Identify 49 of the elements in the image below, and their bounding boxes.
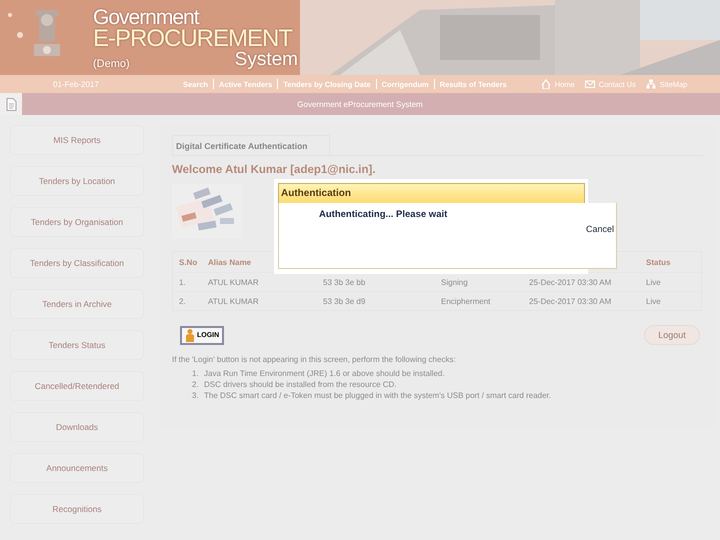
document-icon[interactable]	[6, 98, 16, 110]
date-label: 01-Feb-2017	[52, 80, 100, 88]
column-header: Status	[646, 258, 672, 266]
page-heading: Government eProcurement System	[296, 100, 424, 108]
column-header: Alias Name	[208, 258, 252, 266]
list-number: 1.	[192, 369, 200, 378]
dialog-title: Authentication	[278, 183, 585, 204]
table-cell-text: 1.	[178, 278, 187, 286]
list-number: 3.	[192, 391, 200, 400]
cancel-link[interactable]: Cancel	[586, 224, 614, 234]
sidebar-button[interactable]: Tenders by Location	[10, 166, 144, 196]
help-text: If the 'Login' button is not appearing in this screen, perform the following checks:	[172, 355, 457, 364]
sidebar-button[interactable]: MIS Reports	[10, 125, 144, 155]
home-icon	[540, 79, 551, 89]
title-text: E-PROCUREMENT	[93, 28, 292, 50]
sidebar-button[interactable]: Tenders by Classification	[10, 248, 144, 278]
title-text: Government	[93, 8, 200, 28]
table-cell-text: Live	[646, 296, 662, 306]
status-message: Authenticating... Please wait	[319, 209, 448, 220]
sidebar-button[interactable]: Downloads	[10, 412, 144, 442]
column-header: S.No	[178, 258, 198, 266]
table-cell-text: 25-Dec-2017 03:30 AM	[529, 296, 612, 306]
list-item-text: The DSC smart card / e-Token must be plugged in with the system's USB port / smart card reader.	[204, 391, 551, 400]
welcome-text: Welcome Atul Kumar [adep1@nic.in].	[172, 164, 377, 176]
title-text: System	[234, 50, 298, 70]
tab[interactable]: Digital Certificate Authentication	[172, 135, 330, 156]
logout-button[interactable]: Logout	[644, 325, 700, 345]
sitemap-icon	[646, 79, 656, 89]
person-icon	[185, 328, 195, 342]
table-cell-text: 2.	[178, 296, 187, 306]
mail-icon	[584, 79, 595, 89]
list-number: 2.	[192, 380, 200, 389]
table-cell-text: Encipherment	[441, 296, 492, 306]
sidebar-button[interactable]: Tenders Status	[10, 330, 144, 360]
sidebar-button[interactable]: Recognitions	[10, 494, 144, 524]
table-cell-text: 25-Dec-2017 03:30 AM	[529, 278, 612, 286]
sidebar-button[interactable]: Tenders in Archive	[10, 289, 144, 319]
table-cell-text: Live	[646, 278, 662, 286]
sidebar-button[interactable]: Announcements	[10, 453, 144, 483]
table-cell-text: Signing	[441, 278, 469, 286]
table-cell-text: 53 3b 3e d9	[323, 296, 366, 306]
table-cell-text: ATUL KUMAR	[208, 296, 260, 306]
table-cell-text: 53 3b 3e bb	[323, 278, 366, 286]
table-cell-text: ATUL KUMAR	[208, 278, 260, 286]
list-item-text: Java Run Time Environment (JRE) 1.6 or above should be installed.	[204, 369, 445, 378]
edition-label: (Demo)	[93, 58, 130, 70]
sidebar-button[interactable]: Cancelled/Retendered	[10, 371, 144, 401]
sidebar-button[interactable]: Tenders by Organisation	[10, 207, 144, 237]
list-item-text: DSC drivers should be installed from the resource CD.	[204, 380, 397, 389]
